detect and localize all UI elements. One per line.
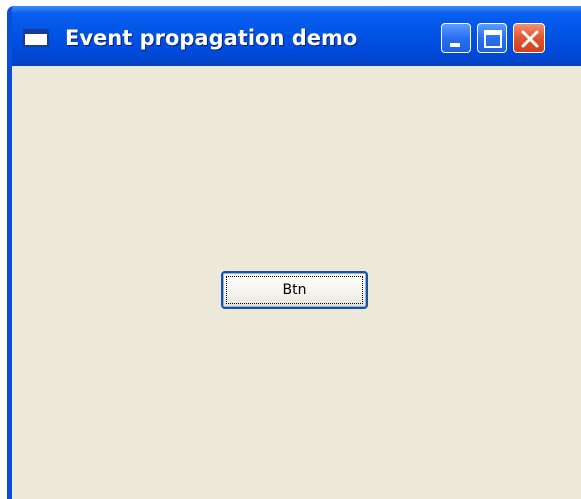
btn-label: Btn: [282, 282, 307, 298]
maximize-icon: [484, 30, 502, 48]
btn-button[interactable]: Btn: [221, 271, 368, 309]
window-title: Event propagation demo: [65, 26, 358, 50]
minimize-button[interactable]: [441, 23, 471, 53]
title-bar[interactable]: Event propagation demo: [12, 6, 581, 66]
maximize-button[interactable]: [477, 23, 507, 53]
client-area: Btn: [12, 66, 581, 499]
app-window: Event propagation demo Btn: [7, 6, 581, 499]
close-icon: [521, 30, 539, 48]
close-button[interactable]: [513, 23, 545, 53]
app-window-icon[interactable]: [23, 29, 49, 47]
minimize-icon: [450, 43, 460, 47]
